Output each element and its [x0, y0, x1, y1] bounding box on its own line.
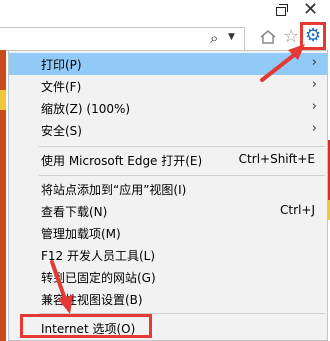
- annotation-arrows: [50, 44, 305, 314]
- arrow-to-gear-icon: [260, 44, 305, 82]
- arrow-to-internet-options-icon: [50, 260, 73, 314]
